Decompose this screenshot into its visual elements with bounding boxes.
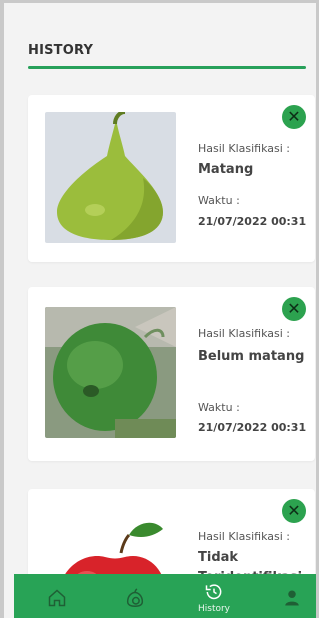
close-icon: ✕ — [287, 299, 301, 318]
classification-label: Hasil Klasifikasi : — [198, 142, 290, 155]
history-card[interactable]: ✕ Hasil Klasifikasi : Matang Waktu : 21/… — [28, 95, 315, 262]
time-value: 21/07/2022 00:31 — [198, 421, 307, 434]
history-icon — [205, 583, 222, 599]
nav-history[interactable]: History — [189, 574, 239, 618]
app-frame: HISTORY ✕ Hasil Klasifikasi : Matang Wak… — [0, 0, 319, 618]
page-title: HISTORY — [28, 43, 94, 58]
close-icon: ✕ — [287, 501, 301, 520]
time-label: Waktu : — [198, 194, 240, 207]
header-divider — [28, 66, 306, 69]
classification-label: Hasil Klasifikasi : — [198, 530, 290, 543]
nav-home[interactable] — [32, 574, 82, 618]
classification-label: Hasil Klasifikasi : — [198, 327, 290, 340]
classification-result: Matang — [198, 162, 254, 177]
history-card[interactable]: ✕ Hasil Klasifikasi : Belum matang Waktu… — [28, 287, 315, 461]
fruit-thumbnail — [45, 112, 176, 243]
delete-button[interactable]: ✕ — [282, 297, 306, 321]
scan-icon — [126, 587, 144, 607]
bottom-navigation: History — [14, 574, 316, 618]
time-value: 21/07/2022 00:31 — [198, 215, 307, 228]
time-label: Waktu : — [198, 401, 240, 414]
fruit-thumbnail — [45, 307, 176, 438]
nav-profile[interactable] — [267, 574, 316, 618]
delete-button[interactable]: ✕ — [282, 105, 306, 129]
nav-scan[interactable] — [110, 574, 160, 618]
delete-button[interactable]: ✕ — [282, 499, 306, 523]
profile-icon — [285, 590, 299, 605]
classification-result: Belum matang — [198, 349, 305, 364]
home-icon — [48, 588, 66, 606]
nav-history-label: History — [197, 603, 231, 614]
close-icon: ✕ — [287, 107, 301, 126]
